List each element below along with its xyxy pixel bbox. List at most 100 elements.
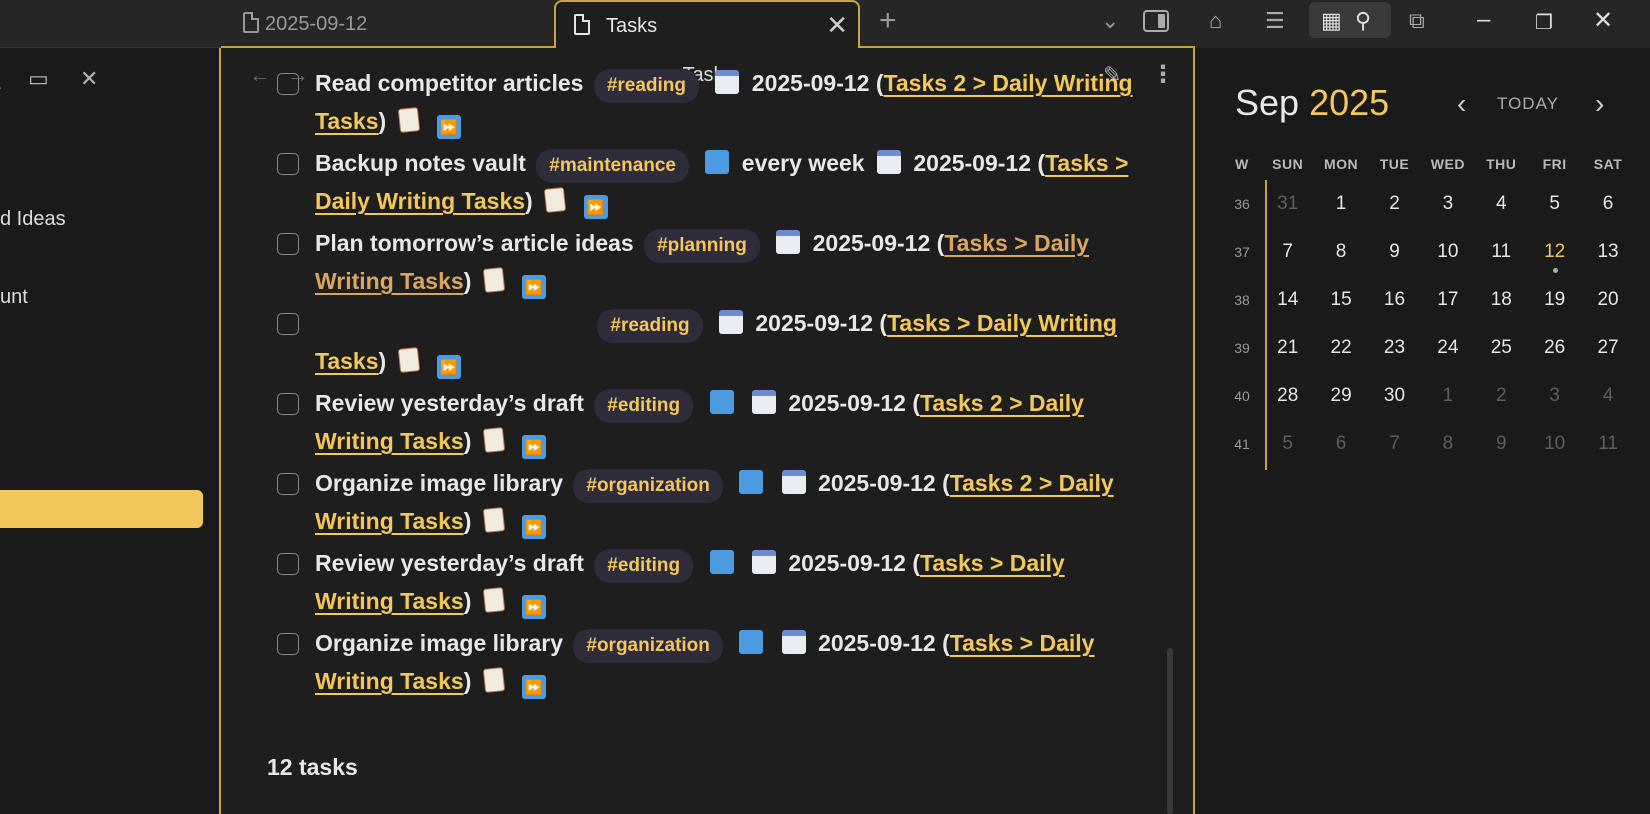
sidebar-item-account[interactable]: unt bbox=[0, 286, 28, 309]
task-checkbox[interactable] bbox=[277, 313, 299, 335]
backlinks-icon[interactable]: ⧉ bbox=[1409, 8, 1425, 34]
calendar-day[interactable]: 21 bbox=[1261, 337, 1314, 359]
postpone-icon[interactable]: ⏩ bbox=[436, 355, 461, 379]
scrollbar[interactable] bbox=[1167, 648, 1173, 814]
close-tab-icon[interactable]: ✕ bbox=[826, 10, 848, 41]
calendar-day[interactable]: 6 bbox=[1581, 193, 1634, 215]
calendar-day-today[interactable]: 12 bbox=[1528, 241, 1581, 273]
calendar-day[interactable]: 14 bbox=[1261, 289, 1314, 311]
edit-note-icon[interactable] bbox=[482, 667, 505, 693]
calendar-day[interactable]: 20 bbox=[1581, 289, 1634, 311]
calendar-day[interactable]: 9 bbox=[1368, 241, 1421, 263]
collapse-view-icon[interactable]: ▭ bbox=[28, 66, 49, 92]
outline-icon[interactable]: ☰ bbox=[1265, 8, 1285, 34]
calendar-day[interactable]: 19 bbox=[1528, 289, 1581, 311]
postpone-icon[interactable]: ⏩ bbox=[522, 515, 547, 539]
week-number[interactable]: 36 bbox=[1223, 196, 1261, 212]
calendar-day[interactable]: 28 bbox=[1261, 385, 1314, 407]
calendar-day[interactable]: 18 bbox=[1475, 289, 1528, 311]
more-options-icon[interactable]: ⋮ bbox=[1151, 60, 1175, 89]
calendar-day[interactable]: 22 bbox=[1314, 337, 1367, 359]
calendar-day[interactable]: 16 bbox=[1368, 289, 1421, 311]
task-tag[interactable]: #reading bbox=[597, 309, 703, 343]
calendar-day[interactable]: 23 bbox=[1368, 337, 1421, 359]
calendar-day[interactable]: 8 bbox=[1421, 433, 1474, 455]
calendar-day[interactable]: 29 bbox=[1314, 385, 1367, 407]
calendar-day[interactable]: 5 bbox=[1528, 193, 1581, 215]
edit-note-icon[interactable] bbox=[482, 427, 505, 453]
sidebar-item-ideas[interactable]: d Ideas bbox=[0, 208, 66, 231]
postpone-icon[interactable]: ⏩ bbox=[436, 115, 461, 139]
task-checkbox[interactable] bbox=[277, 73, 299, 95]
edit-note-icon[interactable] bbox=[543, 187, 567, 213]
edit-note-icon[interactable] bbox=[482, 267, 505, 293]
task-checkbox[interactable] bbox=[277, 633, 299, 655]
calendar-day[interactable]: 3 bbox=[1528, 385, 1581, 407]
task-checkbox[interactable] bbox=[277, 553, 299, 575]
edit-note-icon[interactable] bbox=[397, 347, 420, 373]
calendar-day[interactable]: 11 bbox=[1475, 241, 1528, 263]
edit-note-icon[interactable] bbox=[397, 107, 420, 133]
edit-note-icon[interactable] bbox=[482, 587, 505, 613]
calendar-day[interactable]: 26 bbox=[1528, 337, 1581, 359]
task-checkbox[interactable] bbox=[277, 393, 299, 415]
today-button[interactable]: TODAY bbox=[1497, 94, 1559, 114]
calendar-day[interactable]: 30 bbox=[1368, 385, 1421, 407]
task-checkbox[interactable] bbox=[277, 153, 299, 175]
calendar-day[interactable]: 17 bbox=[1421, 289, 1474, 311]
calendar-day[interactable]: 10 bbox=[1528, 433, 1581, 455]
tab-tasks[interactable]: Tasks ✕ bbox=[554, 0, 860, 50]
toggle-right-sidebar-icon[interactable] bbox=[1143, 10, 1169, 32]
task-checkbox[interactable] bbox=[277, 233, 299, 255]
calendar-day[interactable]: 15 bbox=[1314, 289, 1367, 311]
calendar-check-icon[interactable]: ▦ bbox=[1321, 8, 1342, 34]
calendar-day[interactable]: 11 bbox=[1581, 433, 1634, 455]
task-tag[interactable]: #organization bbox=[573, 629, 723, 663]
calendar-day[interactable]: 27 bbox=[1581, 337, 1634, 359]
sidebar-item-active[interactable] bbox=[0, 490, 203, 528]
tags-icon[interactable]: ⌂ bbox=[1209, 8, 1222, 34]
calendar-day[interactable]: 2 bbox=[1475, 385, 1528, 407]
task-tag[interactable]: #maintenance bbox=[536, 149, 690, 183]
calendar-day[interactable]: 1 bbox=[1421, 385, 1474, 407]
postpone-icon[interactable]: ⏩ bbox=[522, 675, 547, 699]
new-tab-icon[interactable]: + bbox=[879, 4, 897, 38]
task-tag[interactable]: #planning bbox=[644, 229, 760, 263]
calendar-day[interactable]: 2 bbox=[1368, 193, 1421, 215]
sort-icon[interactable]: ⌊ bbox=[0, 66, 3, 92]
restore-window-icon[interactable]: ❐ bbox=[1535, 10, 1553, 35]
week-number[interactable]: 41 bbox=[1223, 436, 1261, 452]
edit-note-icon[interactable] bbox=[482, 507, 505, 533]
calendar-day[interactable]: 7 bbox=[1368, 433, 1421, 455]
calendar-day[interactable]: 7 bbox=[1261, 241, 1314, 263]
calendar-day[interactable]: 8 bbox=[1314, 241, 1367, 263]
calendar-day[interactable]: 25 bbox=[1475, 337, 1528, 359]
pin-icon[interactable]: ⚲ bbox=[1355, 8, 1371, 34]
week-number[interactable]: 40 bbox=[1223, 388, 1261, 404]
next-month-icon[interactable]: › bbox=[1595, 88, 1604, 120]
calendar-day[interactable]: 3 bbox=[1421, 193, 1474, 215]
task-checkbox[interactable] bbox=[277, 473, 299, 495]
calendar-day[interactable]: 4 bbox=[1581, 385, 1634, 407]
chevron-down-icon[interactable]: ⌄ bbox=[1101, 8, 1119, 34]
postpone-icon[interactable]: ⏩ bbox=[522, 595, 547, 619]
task-tag[interactable]: #editing bbox=[594, 549, 694, 583]
week-number[interactable]: 38 bbox=[1223, 292, 1261, 308]
close-window-icon[interactable]: ✕ bbox=[1593, 6, 1613, 35]
minimize-icon[interactable]: – bbox=[1477, 6, 1490, 34]
postpone-icon[interactable]: ⏩ bbox=[522, 275, 547, 299]
week-number[interactable]: 37 bbox=[1223, 244, 1261, 260]
task-tag[interactable]: #reading bbox=[593, 69, 700, 103]
calendar-day[interactable]: 10 bbox=[1421, 241, 1474, 263]
calendar-day[interactable]: 1 bbox=[1314, 193, 1367, 215]
collapse-all-icon[interactable]: ✕ bbox=[80, 66, 98, 92]
week-number[interactable]: 39 bbox=[1223, 340, 1261, 356]
calendar-day[interactable]: 31 bbox=[1261, 193, 1314, 215]
calendar-day[interactable]: 6 bbox=[1314, 433, 1367, 455]
task-tag[interactable]: #organization bbox=[573, 469, 723, 503]
calendar-day[interactable]: 13 bbox=[1581, 241, 1634, 263]
postpone-icon[interactable]: ⏩ bbox=[583, 195, 608, 219]
calendar-day[interactable]: 5 bbox=[1261, 433, 1314, 455]
calendar-day[interactable]: 24 bbox=[1421, 337, 1474, 359]
task-tag[interactable]: #editing bbox=[594, 389, 694, 423]
